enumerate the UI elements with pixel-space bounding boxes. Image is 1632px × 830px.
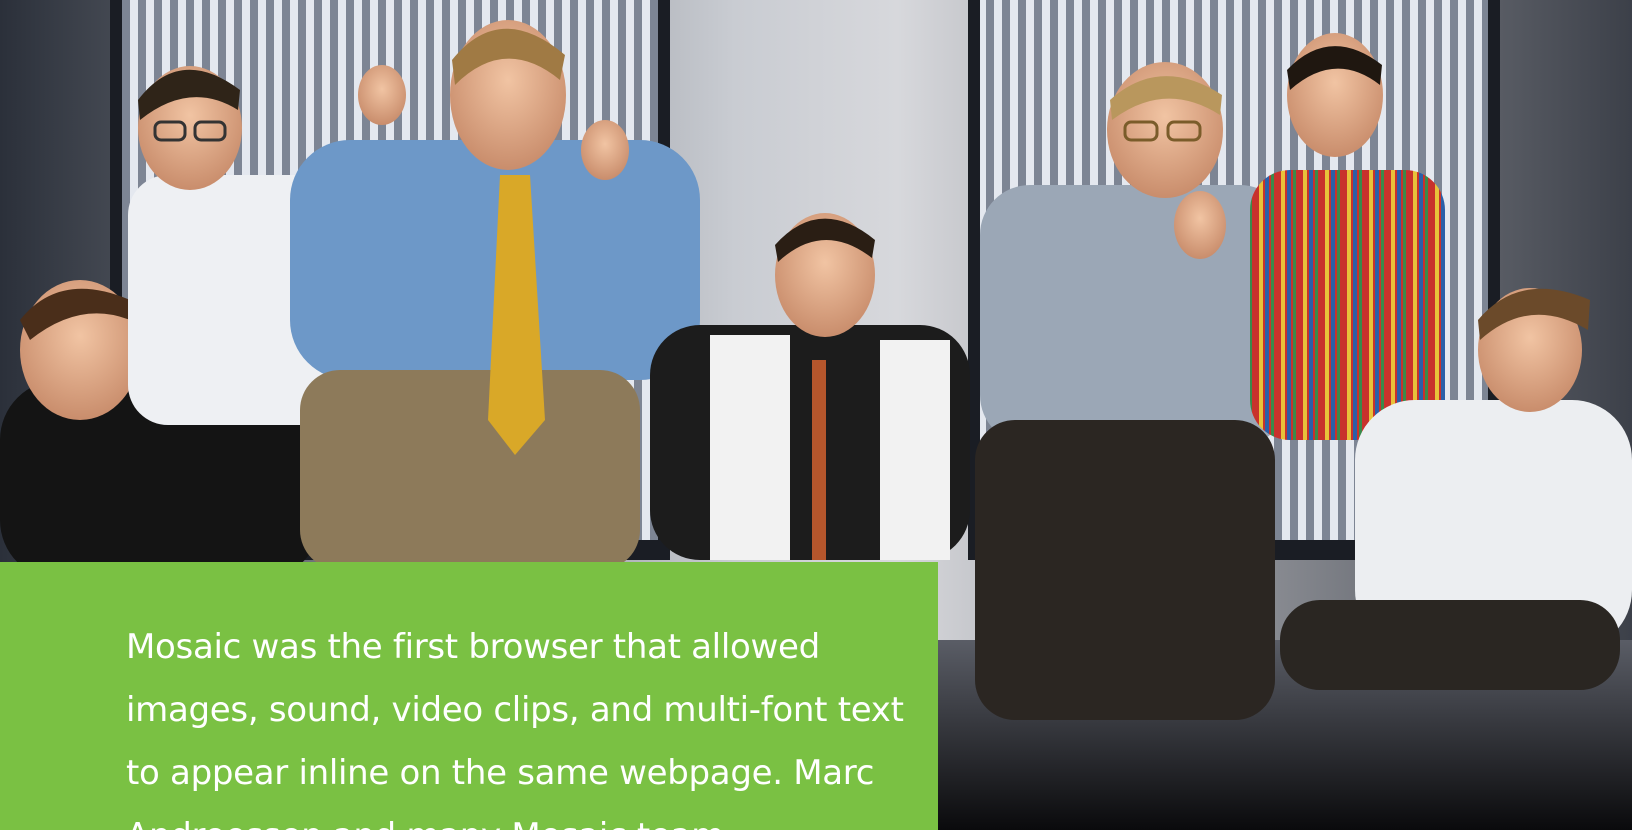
photo-scene: MOSAIC [0,0,1632,830]
caption-panel: Mosaic was the first browser that allowe… [0,562,938,830]
caption-text: Mosaic was the first browser that allowe… [126,627,904,830]
